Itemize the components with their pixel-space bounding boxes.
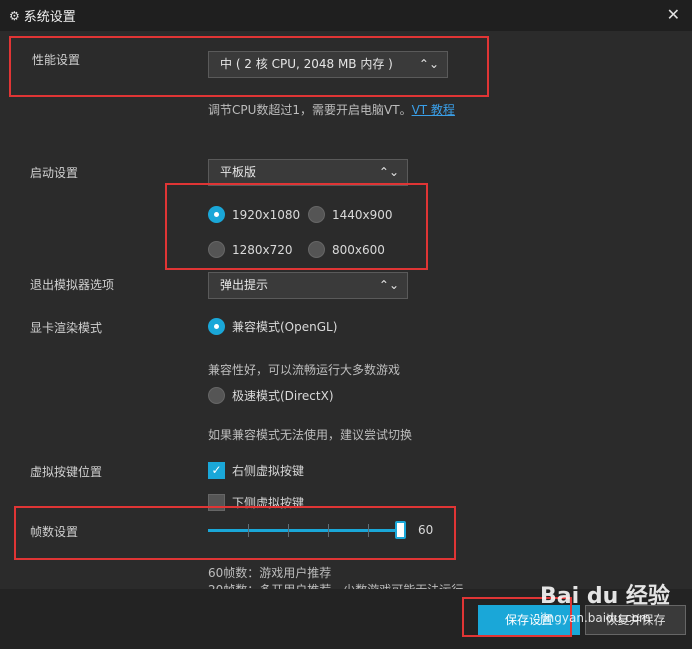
virtual-key-label: 下侧虚拟按键 bbox=[232, 496, 305, 510]
virtual-key-label: 右侧虚拟按键 bbox=[232, 464, 305, 478]
title-bar: ⚙ 系统设置 ✕ bbox=[0, 0, 692, 31]
radio-circle bbox=[308, 241, 325, 258]
resolution-label: 800x600 bbox=[332, 242, 385, 257]
virtual-key-right-checkbox[interactable]: ✓ 右侧虚拟按键 bbox=[208, 462, 304, 479]
highlight-box-resolution bbox=[165, 183, 428, 270]
radio-circle bbox=[208, 206, 225, 223]
checkmark-icon: ✓ bbox=[208, 462, 225, 479]
render-option-label: 兼容模式(OpenGL) bbox=[232, 320, 338, 334]
checkbox-box bbox=[208, 494, 225, 511]
resolution-label: 1920x1080 bbox=[232, 207, 301, 222]
radio-circle bbox=[308, 206, 325, 223]
startup-label: 启动设置 bbox=[30, 166, 79, 180]
virtual-key-bottom-checkbox[interactable]: 下侧虚拟按键 bbox=[208, 494, 304, 511]
resolution-label: 1280x720 bbox=[232, 242, 293, 257]
fps-label: 帧数设置 bbox=[30, 525, 79, 539]
fps-note-60: 60帧数：游戏用户推荐 bbox=[208, 566, 332, 580]
resolution-radio-1920x1080[interactable]: 1920x1080 bbox=[208, 206, 300, 223]
highlight-box-fps bbox=[14, 506, 456, 560]
fps-slider-thumb[interactable] bbox=[395, 521, 406, 539]
footer-bar: 保存设置 恢复并保存 bbox=[0, 589, 692, 649]
radio-circle bbox=[208, 387, 225, 404]
window-title: 系统设置 bbox=[23, 10, 76, 25]
radio-circle bbox=[208, 241, 225, 258]
exit-select[interactable]: 弹出提示 ⌃⌄ bbox=[208, 272, 408, 299]
gear-icon: ⚙ bbox=[9, 8, 20, 23]
performance-select[interactable]: 中 ( 2 核 CPU, 2048 MB 内存 ) ⌃⌄ bbox=[208, 51, 448, 78]
performance-label: 性能设置 bbox=[32, 53, 81, 67]
slider-tick bbox=[328, 524, 329, 537]
resolution-radio-1280x720[interactable]: 1280x720 bbox=[208, 241, 293, 258]
render-option-label: 极速模式(DirectX) bbox=[232, 389, 334, 403]
fps-slider-track[interactable] bbox=[208, 529, 403, 532]
startup-select[interactable]: 平板版 ⌃⌄ bbox=[208, 159, 408, 186]
render-note-directx: 如果兼容模式无法使用，建议尝试切换 bbox=[208, 428, 413, 442]
slider-tick bbox=[288, 524, 289, 537]
close-icon[interactable]: ✕ bbox=[667, 5, 680, 24]
exit-label: 退出模拟器选项 bbox=[30, 278, 115, 292]
chevron-up-down-icon: ⌃⌄ bbox=[378, 165, 399, 179]
resolution-label: 1440x900 bbox=[332, 207, 393, 222]
startup-select-value: 平板版 bbox=[220, 165, 257, 179]
virtual-keys-label: 虚拟按键位置 bbox=[30, 465, 103, 479]
performance-hint: 调节CPU数超过1，需要开启电脑VT。VT 教程 bbox=[208, 101, 455, 118]
save-button[interactable]: 保存设置 bbox=[478, 605, 580, 635]
chevron-up-down-icon: ⌃⌄ bbox=[378, 278, 399, 292]
performance-select-value: 中 ( 2 核 CPU, 2048 MB 内存 ) bbox=[220, 57, 393, 71]
performance-hint-text: 调节CPU数超过1，需要开启电脑VT。 bbox=[208, 103, 412, 117]
radio-circle bbox=[208, 318, 225, 335]
render-label: 显卡渲染模式 bbox=[30, 321, 103, 335]
exit-select-value: 弹出提示 bbox=[220, 278, 269, 292]
resolution-radio-800x600[interactable]: 800x600 bbox=[308, 241, 385, 258]
render-radio-opengl[interactable]: 兼容模式(OpenGL) bbox=[208, 318, 337, 335]
fps-note-20: 20帧数：多开用户推荐，少数游戏可能无法运行 bbox=[208, 581, 463, 589]
fps-value: 60 bbox=[418, 523, 434, 537]
vt-tutorial-link[interactable]: VT 教程 bbox=[412, 103, 455, 117]
render-note-opengl: 兼容性好，可以流畅运行大多数游戏 bbox=[208, 363, 401, 377]
render-radio-directx[interactable]: 极速模式(DirectX) bbox=[208, 387, 334, 404]
slider-tick bbox=[368, 524, 369, 537]
chevron-up-down-icon: ⌃⌄ bbox=[418, 57, 439, 71]
resolution-radio-1440x900[interactable]: 1440x900 bbox=[308, 206, 393, 223]
reset-and-save-button[interactable]: 恢复并保存 bbox=[585, 605, 686, 635]
slider-tick bbox=[248, 524, 249, 537]
settings-content: 性能设置 中 ( 2 核 CPU, 2048 MB 内存 ) ⌃⌄ 调节CPU数… bbox=[0, 31, 692, 589]
